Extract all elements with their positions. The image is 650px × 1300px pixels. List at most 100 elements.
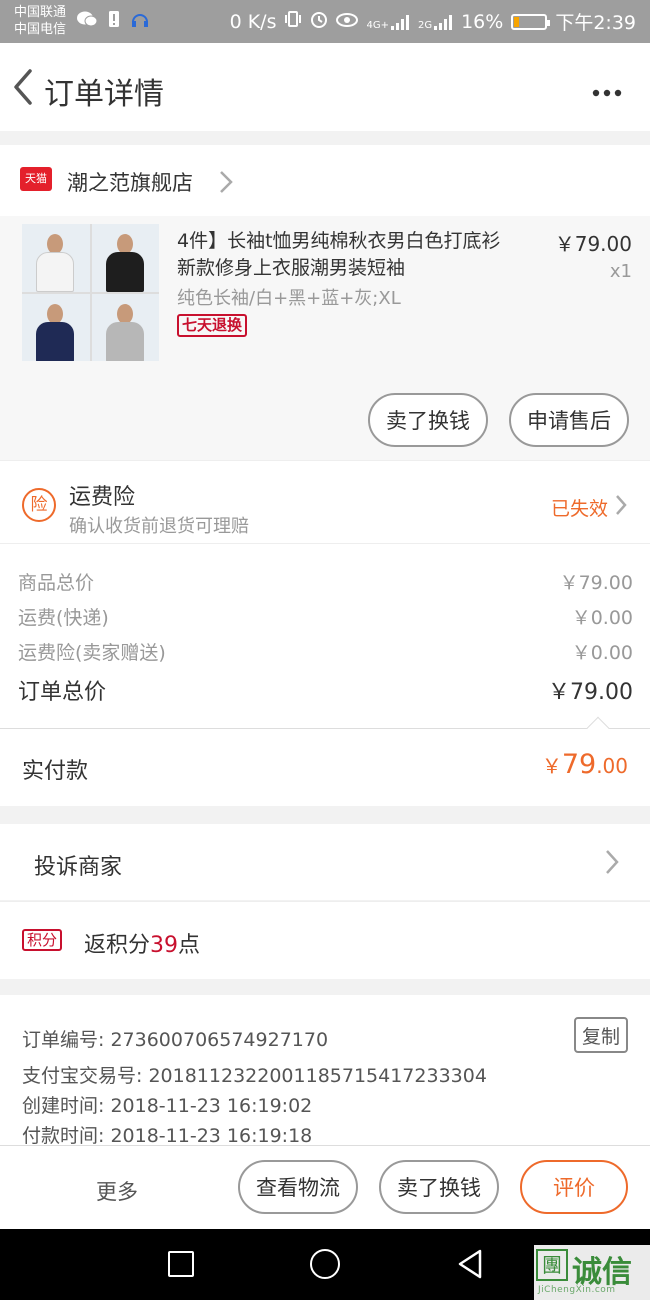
view-logistics-button[interactable]: 查看物流 (238, 1160, 358, 1214)
product-quantity: x1 (609, 261, 632, 282)
status-right: 0 K/s 4G+ 2G 16% 下午2:39 (230, 8, 636, 35)
created-time: 2018-11-23 16:19:02 (110, 1095, 313, 1117)
order-number: 273600706574927170 (110, 1029, 329, 1051)
tmall-logo-icon: 天猫 (20, 167, 52, 191)
battery-fill (514, 16, 520, 27)
order-info: 订单编号: 273600706574927170 复制 支付宝交易号: 2018… (0, 995, 650, 1148)
battery-icon (511, 13, 551, 30)
product-thumbnail[interactable] (22, 224, 159, 361)
status-bar: 中国联通 中国电信 0 K/s 4G+ 2G 16% 下午2:39 (0, 0, 650, 43)
thumbnail-white-shirt (22, 224, 90, 292)
currency-symbol: ￥ (541, 754, 562, 778)
carrier-info: 中国联通 中国电信 (14, 4, 66, 38)
sell-for-cash-button[interactable]: 卖了换钱 (368, 393, 488, 447)
paid-time: 2018-11-23 16:19:18 (110, 1125, 313, 1147)
price-breakdown: 商品总价 ￥79.00 运费(快递) ￥0.00 运费险(卖家赠送) ￥0.00… (0, 544, 650, 728)
points-text: 返积分39点 (84, 927, 200, 959)
chevron-right-icon (218, 169, 234, 195)
insurance-title: 运费险 (69, 485, 136, 510)
price-value: ￥0.00 (571, 642, 633, 664)
recent-apps-icon[interactable] (168, 1251, 194, 1277)
amount-paid-row: 实付款 ￥79.00 (0, 716, 650, 806)
price-label: 运费险(卖家赠送) (18, 642, 166, 664)
return-policy-badge: 七天退换 (177, 314, 248, 337)
product-sku: 纯色长袖/白+黑+蓝+灰;XL (177, 288, 401, 309)
total-label: 订单总价 (18, 680, 107, 705)
carrier-2: 中国电信 (14, 22, 67, 37)
signal-1-label: 4G+ (366, 19, 389, 31)
thumbnail-black-shirt (91, 224, 159, 292)
shop-row[interactable]: 天猫 潮之范旗舰店 (0, 145, 650, 216)
points-number: 39 (150, 933, 179, 958)
insurance-subtitle: 确认收货前退货可理赔 (69, 516, 249, 537)
more-options-icon[interactable] (592, 83, 622, 97)
home-icon[interactable] (310, 1249, 340, 1279)
sell-for-cash-button[interactable]: 卖了换钱 (379, 1160, 499, 1214)
price-label: 运费(快递) (18, 607, 109, 629)
points-row: 积分 返积分39点 (0, 901, 650, 979)
system-back-icon[interactable] (456, 1248, 484, 1280)
price-label: 商品总价 (18, 572, 95, 594)
alarm-icon (310, 10, 328, 33)
wechat-icon (76, 10, 98, 33)
price-row-goods: 商品总价 ￥79.00 (18, 568, 633, 595)
price-row-shipping: 运费(快递) ￥0.00 (18, 603, 633, 630)
price-row-insurance: 运费险(卖家赠送) ￥0.00 (18, 638, 633, 665)
watermark-url: JiChengXin.com (538, 1285, 616, 1295)
thumbnail-grey-shirt (91, 293, 159, 361)
created-time-label: 创建时间: (22, 1095, 105, 1117)
signal-2-label: 2G (417, 19, 433, 31)
battery-percent: 16% (461, 10, 504, 33)
price-value: ￥0.00 (571, 607, 633, 629)
points-badge: 积分 (22, 929, 63, 951)
copy-order-number-button[interactable]: 复制 (574, 1017, 628, 1053)
headset-icon (130, 10, 150, 33)
eye-icon (336, 11, 359, 33)
total-value: ￥79.00 (548, 680, 633, 705)
order-number-label: 订单编号: (22, 1029, 105, 1051)
points-prefix: 返积分 (84, 933, 151, 958)
signal-icon-1: 4G+ (366, 13, 410, 31)
vibrate-icon (284, 10, 302, 33)
points-suffix: 点 (178, 933, 201, 958)
carrier-1: 中国联通 (14, 5, 67, 20)
price-row-total: 订单总价 ￥79.00 (18, 674, 633, 706)
alipay-number-row: 支付宝交易号: 2018112322001185715417233304 (22, 1061, 487, 1088)
amount-paid-value: ￥79.00 (542, 749, 628, 780)
product-item: 4件】长袖t恤男纯棉秋衣男白色打底衫新款修身上衣服潮男装短袖 纯色长袖/白+黑+… (0, 216, 650, 460)
more-button[interactable]: 更多 (96, 1176, 138, 1206)
paid-time-row: 付款时间: 2018-11-23 16:19:18 (22, 1121, 312, 1148)
bottom-action-bar: 更多 查看物流 卖了换钱 评价 (0, 1145, 650, 1229)
watermark: 團 诚信 JiChengXin.com (534, 1245, 650, 1300)
back-arrow-icon[interactable] (8, 65, 38, 109)
complain-seller-label: 投诉商家 (34, 855, 123, 880)
watermark-logo-icon: 團 (536, 1249, 568, 1281)
thumbnail-navy-shirt (22, 293, 90, 361)
shipping-insurance-row[interactable]: 险 运费险 确认收货前退货可理赔 已失效 (0, 460, 650, 544)
review-button[interactable]: 评价 (520, 1160, 628, 1214)
insurance-icon: 险 (22, 488, 56, 522)
notification-icons (76, 10, 150, 33)
paid-time-label: 付款时间: (22, 1125, 105, 1147)
alipay-number: 2018112322001185715417233304 (148, 1065, 487, 1087)
clock: 下午2:39 (555, 12, 636, 34)
chevron-right-icon (604, 848, 620, 876)
after-sale-button[interactable]: 申请售后 (509, 393, 629, 447)
amount-integer: 79 (561, 749, 597, 780)
amount-paid-label: 实付款 (22, 759, 89, 784)
header: 订单详情 (0, 43, 650, 131)
price-value: ￥79.00 (559, 572, 633, 594)
product-title[interactable]: 4件】长袖t恤男纯棉秋衣男白色打底衫新款修身上衣服潮男装短袖 (177, 228, 517, 282)
shop-name[interactable]: 潮之范旗舰店 (67, 167, 193, 197)
complain-seller-row[interactable]: 投诉商家 (0, 824, 650, 900)
network-speed: 0 K/s (229, 10, 277, 33)
product-price: ￥79.00 (554, 232, 632, 256)
order-number-row: 订单编号: 273600706574927170 (22, 1025, 328, 1052)
amount-decimal: .00 (596, 754, 628, 778)
created-time-row: 创建时间: 2018-11-23 16:19:02 (22, 1091, 312, 1118)
insurance-status: 已失效 (550, 498, 608, 520)
sim-alert-icon (108, 10, 120, 33)
alipay-number-label: 支付宝交易号: (22, 1065, 143, 1087)
page-title: 订单详情 (44, 77, 164, 112)
chevron-right-icon (614, 493, 628, 517)
